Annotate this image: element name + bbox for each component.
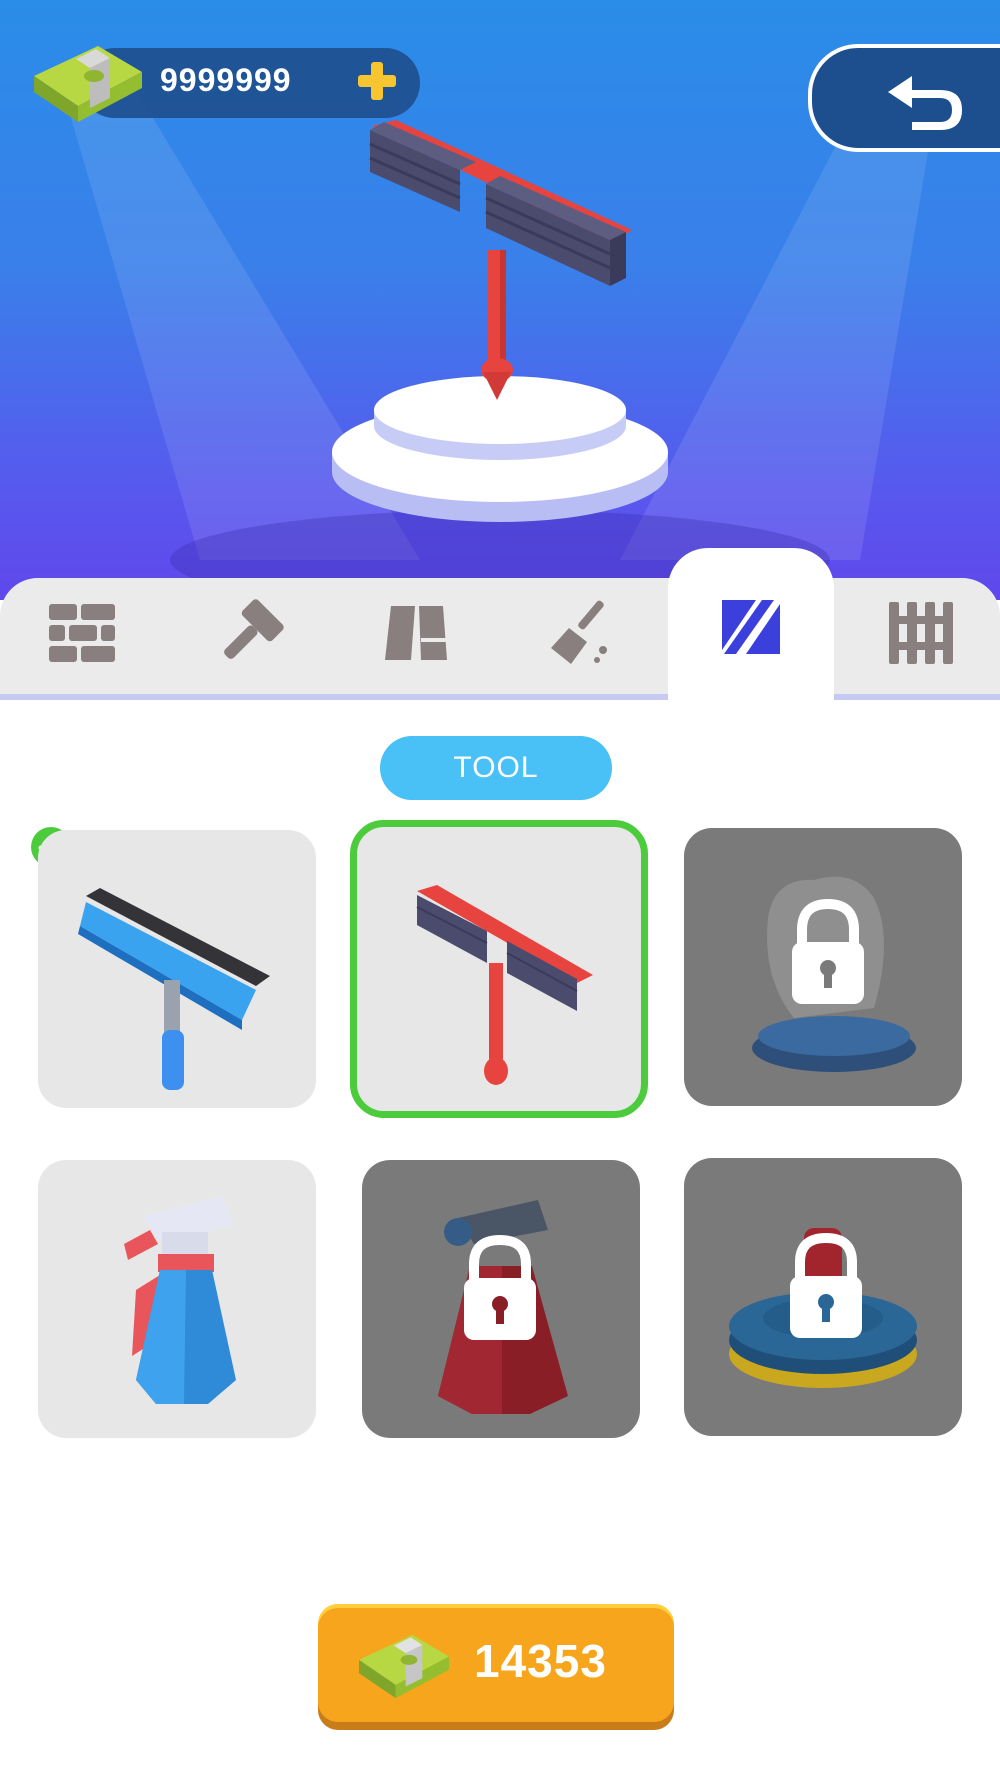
back-button[interactable]	[808, 44, 1000, 152]
money-value: 9999999	[160, 62, 292, 98]
plus-icon[interactable]	[352, 56, 402, 106]
blue-squeegee-icon	[78, 888, 270, 1090]
tab-hammer[interactable]	[190, 578, 310, 688]
tab-fence[interactable]	[860, 578, 980, 688]
item-card-glove[interactable]	[684, 828, 962, 1106]
lock-icon	[464, 1234, 536, 1340]
tab-panels[interactable]	[356, 578, 476, 688]
undo-arrow-icon	[888, 76, 962, 130]
glove-icon	[752, 876, 916, 1072]
buy-price: 14353	[474, 1635, 607, 1687]
broom-icon	[551, 600, 607, 664]
door-panel-icon	[385, 606, 447, 660]
item-card-floor-polisher[interactable]	[684, 1158, 962, 1436]
cash-stack-icon	[359, 1634, 449, 1699]
floor-polisher-icon	[729, 1228, 917, 1388]
tab-bricks[interactable]	[22, 578, 142, 688]
tab-tools[interactable]	[668, 548, 834, 706]
squeegee-slash-icon	[722, 600, 780, 654]
item-card-blue-squeegee[interactable]	[38, 830, 316, 1108]
fence-icon	[889, 602, 953, 664]
section-label: TOOL	[380, 736, 612, 800]
cash-stack-icon	[34, 46, 142, 122]
category-tabbar	[0, 548, 1000, 706]
tab-broom[interactable]	[522, 578, 642, 688]
buy-button[interactable]: 14353	[318, 1604, 674, 1722]
showcase-item	[332, 120, 668, 522]
hammer-icon	[224, 599, 284, 659]
red-squeegee-icon	[416, 885, 593, 1085]
blue-spray-bottle-icon	[124, 1196, 236, 1404]
item-card-blue-spray[interactable]	[38, 1160, 316, 1438]
item-card-red-spray[interactable]	[362, 1160, 640, 1438]
showcase-area: 9999999	[0, 0, 1000, 600]
red-spray-bottle-icon	[438, 1200, 568, 1414]
bricks-icon	[49, 604, 115, 662]
item-card-red-squeegee[interactable]	[350, 820, 648, 1118]
